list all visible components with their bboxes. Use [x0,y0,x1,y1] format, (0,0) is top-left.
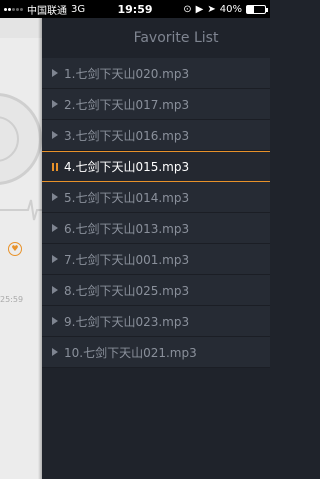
player-panel[interactable]: ♥ 25:59 [0,18,42,479]
carrier-name: 中国联通 [27,5,67,17]
track-row[interactable]: 8.七剑下天山025.mp3 [42,275,270,306]
favorite-heart-icon[interactable]: ♥ [8,242,22,256]
pause-icon [52,162,58,171]
battery-percent: 40% [219,3,242,15]
battery-fill [247,5,255,13]
track-title: 7.七剑下天山001.mp3 [64,252,190,267]
track-title: 5.七剑下天山014.mp3 [64,190,190,205]
play-triangle-icon [52,69,58,77]
track-title: 4.七剑下天山015.mp3 [64,160,190,174]
track-row[interactable]: 6.七剑下天山013.mp3 [42,213,270,244]
disc-inner-ring [0,116,19,162]
play-triangle-icon [52,255,58,263]
signal-strength-icon [4,7,23,11]
play-triangle-icon [52,100,58,108]
track-title: 9.七剑下天山023.mp3 [64,314,190,329]
status-left: 中国联通 3G [4,2,183,17]
battery-icon [246,4,268,14]
play-triangle-icon [52,317,58,325]
track-row[interactable]: 9.七剑下天山023.mp3 [42,306,270,337]
track-title: 10.七剑下天山021.mp3 [64,345,197,360]
rotation-lock-icon: ⊙ [183,3,192,15]
status-bar: 中国联通 3G 19:59 ⊙ ▶ ➤ 40% [0,0,270,18]
status-right: ⊙ ▶ ➤ 40% [183,3,268,15]
track-row[interactable]: 10.七剑下天山021.mp3 [42,337,270,368]
track-row[interactable]: 7.七剑下天山001.mp3 [42,244,270,275]
track-title: 2.七剑下天山017.mp3 [64,97,190,112]
player-time: 25:59 [0,295,24,304]
track-row[interactable]: 1.七剑下天山020.mp3 [42,58,270,89]
track-list: 1.七剑下天山020.mp3 2.七剑下天山017.mp3 3.七剑下天山016.m… [42,58,270,368]
list-title: Favorite List [133,30,219,46]
track-row[interactable]: 3.七剑下天山016.mp3 [42,120,270,151]
network-type: 3G [71,3,86,15]
play-triangle-icon [52,224,58,232]
track-title: 1.七剑下天山020.mp3 [64,66,190,81]
album-disc-icon [0,93,42,185]
track-row[interactable]: 5.七剑下天山014.mp3 [42,182,270,213]
progress-wave [0,199,42,221]
play-status-icon: ▶ [195,3,204,15]
track-title: 6.七剑下天山013.mp3 [64,221,190,236]
track-row[interactable]: 2.七剑下天山017.mp3 [42,89,270,120]
location-icon: ➤ [207,3,216,15]
track-title: 8.七剑下天山025.mp3 [64,283,190,298]
player-top-bar [0,18,42,38]
play-triangle-icon [52,348,58,356]
play-triangle-icon [52,193,58,201]
track-row[interactable]: 4.七剑下天山015.mp3 [42,151,270,182]
play-triangle-icon [52,286,58,294]
play-triangle-icon [52,131,58,139]
track-title: 3.七剑下天山016.mp3 [64,128,190,143]
favorite-list-panel: Favorite List 1.七剑下天山020.mp3 2.七剑下天山017.m… [42,18,270,479]
